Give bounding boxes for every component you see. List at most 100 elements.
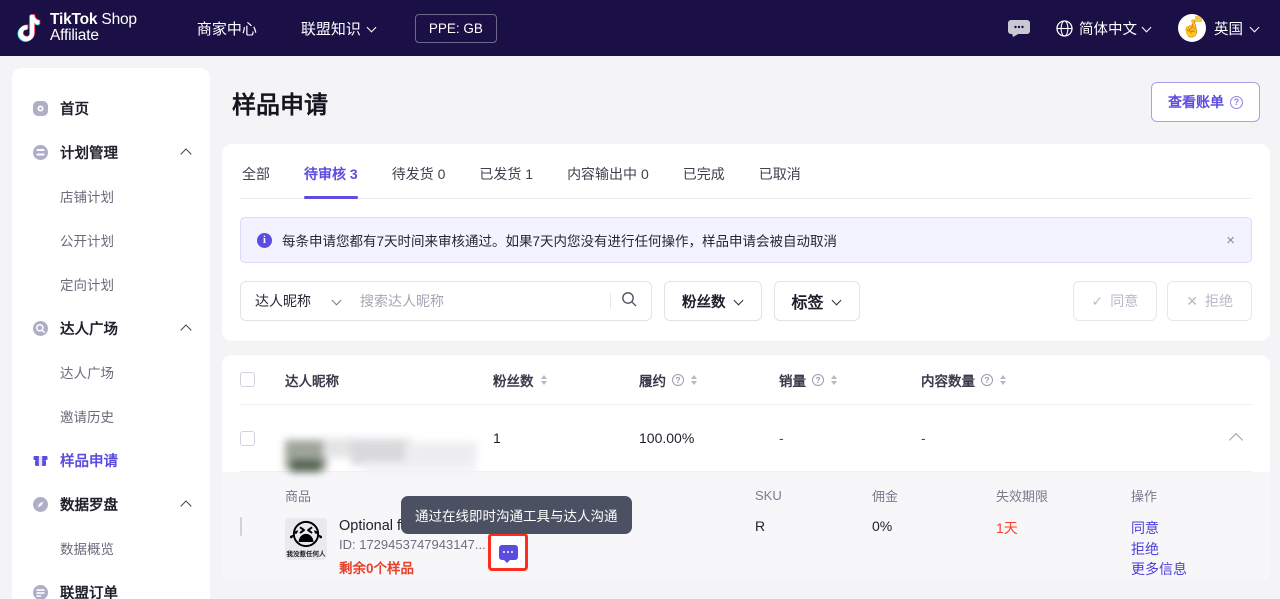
- chevron-down-icon: [735, 297, 744, 306]
- sidebar-item-label: 达人广场: [60, 321, 118, 338]
- bulk-agree-button[interactable]: ✓ 同意: [1072, 281, 1158, 321]
- creator-search-icon: [32, 320, 49, 337]
- expanded-detail-panel: 商品 SKU 佣金 失效期限 操作 😭 我没惹任何人 Optional ID: …: [222, 472, 1270, 580]
- tab-pending-shipment[interactable]: 待发货 0: [392, 144, 446, 198]
- search-field-select[interactable]: 达人昵称: [241, 291, 354, 311]
- home-icon: [32, 100, 49, 117]
- detail-row: 😭 我没惹任何人 Optional filled size chart001 I…: [240, 512, 1252, 580]
- help-icon[interactable]: ?: [672, 373, 684, 386]
- chevron-up-icon[interactable]: [182, 499, 192, 509]
- action-agree-link[interactable]: 同意: [1131, 518, 1252, 539]
- compass-icon: [32, 496, 49, 513]
- sidebar-group-plan-management: 计划管理 店铺计划 公开计划 定向计划: [12, 130, 210, 306]
- view-bill-label: 查看账单: [1168, 94, 1224, 110]
- sidebar-item-plan-management[interactable]: 计划管理: [12, 130, 210, 174]
- tab-content-in-progress[interactable]: 内容输出中 0: [567, 144, 649, 198]
- page-header: 样品申请 查看账单 ?: [222, 68, 1270, 144]
- detail-cell-expiry: 1天: [996, 520, 1018, 536]
- tag-filter-button[interactable]: 标签: [773, 281, 860, 321]
- sidebar-item-sample-request[interactable]: 样品申请: [12, 438, 210, 482]
- nav-item-merchant-center[interactable]: 商家中心: [197, 18, 257, 39]
- row-checkbox[interactable]: [240, 430, 255, 446]
- detail-cell-commission: 0%: [872, 518, 893, 534]
- search-input[interactable]: [354, 293, 610, 309]
- sort-toggle[interactable]: [831, 374, 837, 385]
- sidebar-group-affiliate-orders: 联盟订单: [12, 570, 210, 599]
- message-icon[interactable]: [1008, 19, 1030, 37]
- plan-icon: [32, 144, 49, 161]
- chat-icon: [498, 544, 518, 563]
- search-icon[interactable]: [611, 291, 651, 312]
- help-icon[interactable]: ?: [812, 373, 824, 386]
- sample-icon: [32, 452, 49, 469]
- sidebar-subitem-invite-history[interactable]: 邀请历史: [12, 394, 210, 438]
- nav-item-affiliate-knowledge[interactable]: 联盟知识: [301, 18, 377, 39]
- sidebar-item-label: 首页: [60, 101, 89, 118]
- column-header-nickname: 达人昵称: [285, 370, 493, 390]
- cell-fans: 1: [493, 430, 501, 446]
- column-label: 履约: [639, 373, 666, 389]
- tiktok-shop-affiliate-logo[interactable]: TikTok Shop Affiliate: [16, 12, 137, 44]
- product-id-text: ID: 1729453747943147...: [339, 537, 486, 552]
- cell-fulfillment: 100.00%: [639, 430, 695, 446]
- view-bill-button[interactable]: 查看账单 ?: [1151, 82, 1260, 122]
- detail-cell-actions: 同意 拒绝 更多信息: [1131, 518, 1252, 580]
- globe-icon: [1056, 19, 1073, 37]
- chevron-down-icon: [1143, 24, 1152, 33]
- sidebar-subitem-data-overview[interactable]: 数据概览: [12, 526, 210, 570]
- bulk-reject-label: 拒绝: [1205, 293, 1233, 309]
- sidebar-group-creator-marketplace: 达人广场 达人广场 邀请历史: [12, 306, 210, 438]
- language-selector[interactable]: 简体中文: [1056, 18, 1152, 39]
- chevron-up-icon[interactable]: [182, 323, 192, 333]
- sidebar-subitem-open-plan[interactable]: 公开计划: [12, 218, 210, 262]
- sidebar-item-data-compass[interactable]: 数据罗盘: [12, 482, 210, 526]
- help-icon[interactable]: ?: [1230, 95, 1243, 109]
- column-label: 内容数量: [921, 373, 975, 389]
- sort-toggle[interactable]: [691, 374, 697, 385]
- sidebar-group-home: 首页: [12, 86, 210, 130]
- top-nav-menu: 商家中心 联盟知识: [197, 18, 377, 39]
- sidebar-subitem-shop-plan[interactable]: 店铺计划: [12, 174, 210, 218]
- tab-shipped[interactable]: 已发货 1: [479, 144, 533, 198]
- select-all-cell: [240, 372, 285, 387]
- chevron-up-icon[interactable]: [1230, 431, 1244, 445]
- top-nav-right-area: 简体中文 🤞 英国: [1008, 14, 1260, 42]
- tag-filter-label: 标签: [791, 295, 824, 312]
- select-all-checkbox[interactable]: [240, 372, 255, 387]
- detail-column-sku: SKU: [755, 487, 782, 503]
- tab-pending-review[interactable]: 待审核 3: [304, 144, 358, 199]
- sidebar-group-data-compass: 数据罗盘 数据概览: [12, 482, 210, 570]
- sidebar-subitem-creator-marketplace[interactable]: 达人广场: [12, 350, 210, 394]
- column-header-sales: 销量 ?: [779, 370, 921, 390]
- sidebar-item-label: 数据罗盘: [60, 497, 118, 514]
- sidebar-item-home[interactable]: 首页: [12, 86, 210, 130]
- sidebar-item-label: 样品申请: [60, 453, 118, 470]
- action-more-info-link[interactable]: 更多信息: [1131, 559, 1252, 580]
- logo-wordmark: TikTok Shop Affiliate: [50, 12, 137, 44]
- sort-toggle[interactable]: [540, 374, 547, 385]
- help-icon[interactable]: ?: [981, 373, 993, 386]
- detail-row-checkbox[interactable]: [240, 517, 242, 536]
- column-label: 粉丝数: [493, 373, 534, 389]
- bulk-reject-button[interactable]: ✕ 拒绝: [1167, 281, 1252, 321]
- account-selector[interactable]: 🤞 英国: [1178, 14, 1260, 42]
- tab-all[interactable]: 全部: [242, 144, 270, 198]
- detail-header-row: 商品 SKU 佣金 失效期限 操作: [240, 472, 1252, 512]
- fans-filter-label: 粉丝数: [682, 294, 726, 311]
- ppe-environment-badge[interactable]: PPE: GB: [414, 13, 497, 43]
- fans-filter-button[interactable]: 粉丝数: [664, 281, 762, 321]
- sidebar-group-sample-request: 样品申请: [12, 438, 210, 482]
- top-navigation-bar: TikTok Shop Affiliate 商家中心 联盟知识 PPE: GB: [0, 0, 1280, 56]
- row-select-cell: [240, 430, 285, 446]
- tab-completed[interactable]: 已完成: [683, 144, 725, 198]
- chevron-up-icon[interactable]: [182, 147, 192, 157]
- sidebar-item-affiliate-orders[interactable]: 联盟订单: [12, 570, 210, 599]
- sort-toggle[interactable]: [1000, 374, 1006, 385]
- chat-with-creator-button[interactable]: [488, 533, 528, 571]
- close-icon[interactable]: ×: [1226, 233, 1235, 248]
- tab-cancelled[interactable]: 已取消: [759, 144, 801, 198]
- avatar-flag-badge: [1195, 16, 1202, 22]
- sidebar-subitem-targeted-plan[interactable]: 定向计划: [12, 262, 210, 306]
- sidebar-item-creator-marketplace[interactable]: 达人广场: [12, 306, 210, 350]
- action-reject-link[interactable]: 拒绝: [1131, 539, 1252, 560]
